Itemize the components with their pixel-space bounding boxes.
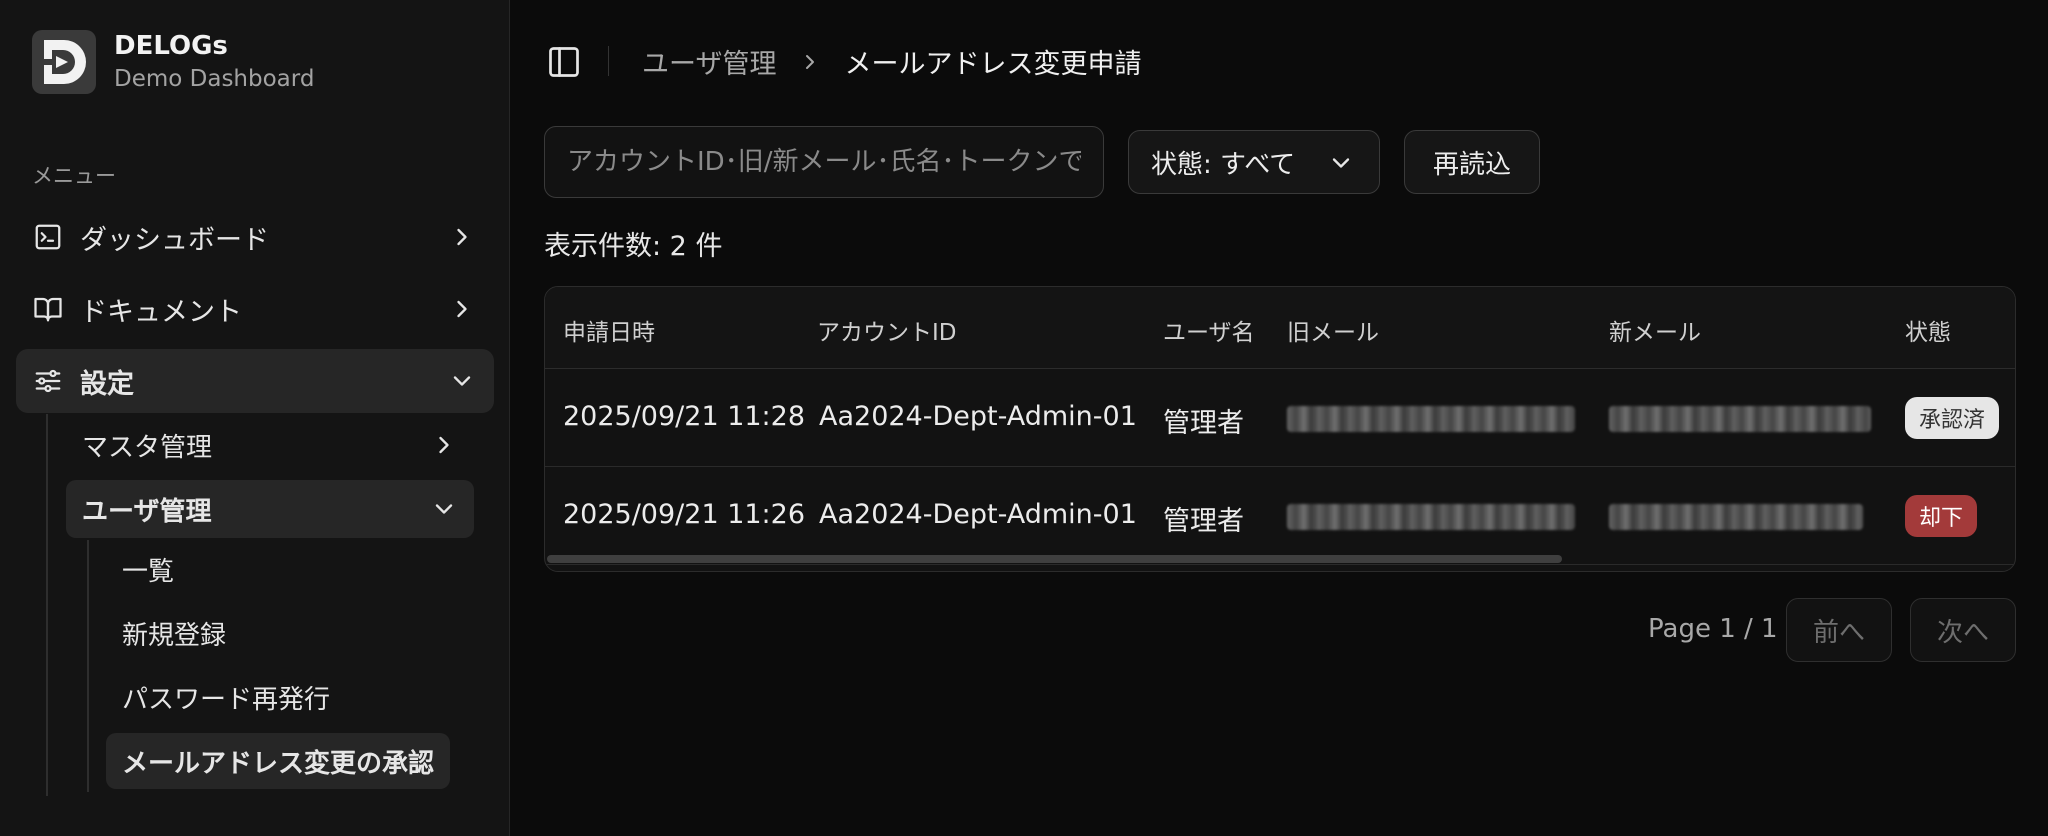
cell-new-email-redacted bbox=[1609, 406, 1871, 432]
cell-requested-at: 2025/09/21 11:26 bbox=[563, 499, 806, 530]
sidebar-item-settings[interactable]: 設定 bbox=[16, 349, 494, 413]
sidebar-leaf-password-reissue[interactable]: パスワード再発行 bbox=[106, 669, 346, 725]
sidebar-subitem-users[interactable]: ユーザ管理 bbox=[66, 480, 474, 538]
reload-button[interactable]: 再読込 bbox=[1404, 130, 1540, 194]
header-divider bbox=[608, 46, 609, 76]
chevron-right-icon bbox=[798, 50, 822, 74]
result-count: 表示件数: 2 件 bbox=[544, 231, 723, 262]
sidebar-item-label: ドキュメント bbox=[80, 296, 242, 328]
sidebar-item-label: ダッシュボード bbox=[80, 224, 269, 256]
cell-user-name: 管理者 bbox=[1163, 506, 1244, 537]
column-header-status: 状態 bbox=[1905, 320, 1951, 346]
sidebar-subitem-label: ユーザ管理 bbox=[82, 496, 212, 527]
sidebar: DELOGs Demo Dashboard メニュー ダッシュボード ドキュメン… bbox=[0, 0, 510, 836]
menu-section-label: メニュー bbox=[32, 164, 116, 188]
sidebar-item-label: 設定 bbox=[80, 368, 134, 400]
brand-name: DELOGs bbox=[114, 31, 228, 61]
book-open-icon bbox=[32, 293, 64, 325]
sidebar-leaf-label: 新規登録 bbox=[122, 620, 227, 651]
cell-user-name: 管理者 bbox=[1163, 408, 1244, 439]
status-badge-rejected: 却下 bbox=[1905, 495, 1978, 537]
brand-subtitle: Demo Dashboard bbox=[114, 66, 315, 92]
status-filter-select[interactable]: 状態: すべて bbox=[1128, 130, 1380, 194]
column-header-account-id: アカウントID bbox=[817, 320, 957, 346]
horizontal-scrollbar[interactable] bbox=[547, 555, 1562, 563]
delogs-logo-icon bbox=[32, 30, 96, 94]
sidebar-leaf-email-change-approval[interactable]: メールアドレス変更の承認 bbox=[106, 733, 451, 789]
column-header-requested-at: 申請日時 bbox=[563, 320, 655, 346]
cell-account-id: Aa2024-Dept-Admin-01 bbox=[819, 499, 1137, 530]
sidebar-leaf-register[interactable]: 新規登録 bbox=[106, 605, 242, 661]
panel-left-icon bbox=[546, 47, 582, 84]
column-header-old-email: 旧メール bbox=[1287, 320, 1379, 346]
cell-account-id: Aa2024-Dept-Admin-01 bbox=[819, 401, 1137, 432]
chevron-right-icon bbox=[430, 431, 458, 459]
sidebar-toggle-button[interactable] bbox=[546, 44, 582, 80]
sidebar-leaf-list[interactable]: 一覧 bbox=[106, 541, 190, 597]
brand[interactable]: DELOGs Demo Dashboard bbox=[32, 29, 314, 95]
chevron-down-icon bbox=[1327, 149, 1355, 177]
sidebar-leaf-label: パスワード再発行 bbox=[122, 684, 331, 715]
column-header-user-name: ユーザ名 bbox=[1163, 320, 1255, 346]
sidebar-leaf-label: メールアドレス変更の承認 bbox=[122, 748, 435, 779]
search-input[interactable] bbox=[544, 126, 1104, 198]
cell-new-email-redacted bbox=[1609, 504, 1863, 530]
cell-requested-at: 2025/09/21 11:28 bbox=[563, 401, 806, 432]
prev-page-button[interactable]: 前へ bbox=[1786, 598, 1892, 662]
sidebar-subitem-master[interactable]: マスタ管理 bbox=[66, 416, 474, 474]
terminal-square-icon bbox=[32, 221, 64, 253]
chevron-right-icon bbox=[448, 295, 476, 323]
chevron-right-icon bbox=[448, 223, 476, 251]
sidebar-subitem-label: マスタ管理 bbox=[82, 432, 213, 463]
chevron-down-icon bbox=[448, 367, 476, 395]
settings-sliders-icon bbox=[32, 365, 64, 397]
sidebar-leaf-label: 一覧 bbox=[122, 556, 175, 587]
status-badge-approved: 承認済 bbox=[1905, 397, 2000, 439]
cell-old-email-redacted bbox=[1287, 504, 1575, 530]
tree-guide-line bbox=[46, 414, 48, 796]
cell-old-email-redacted bbox=[1287, 406, 1575, 432]
tree-guide-line bbox=[87, 540, 89, 792]
status-filter-value: 状態: すべて bbox=[1151, 149, 1296, 180]
sidebar-item-dashboard[interactable]: ダッシュボード bbox=[16, 205, 494, 269]
requests-table: 申請日時 アカウントID ユーザ名 旧メール 新メール 状態 2025/09/2… bbox=[544, 286, 2016, 572]
table-row[interactable]: 2025/09/21 11:28 Aa2024-Dept-Admin-01 管理… bbox=[545, 369, 2015, 467]
sidebar-item-documents[interactable]: ドキュメント bbox=[16, 277, 494, 341]
table-header: 申請日時 アカウントID ユーザ名 旧メール 新メール 状態 bbox=[545, 287, 2015, 369]
table-row[interactable]: 2025/09/21 11:26 Aa2024-Dept-Admin-01 管理… bbox=[545, 467, 2015, 565]
breadcrumb: ユーザ管理 メールアドレス変更申請 bbox=[642, 42, 1141, 81]
column-header-new-email: 新メール bbox=[1609, 320, 1701, 346]
chevron-down-icon bbox=[430, 495, 458, 523]
breadcrumb-parent-link[interactable]: ユーザ管理 bbox=[642, 42, 776, 81]
next-page-button[interactable]: 次へ bbox=[1910, 598, 2016, 662]
breadcrumb-current: メールアドレス変更申請 bbox=[844, 49, 1142, 80]
page-info: Page 1 / 1 bbox=[1648, 614, 1778, 644]
